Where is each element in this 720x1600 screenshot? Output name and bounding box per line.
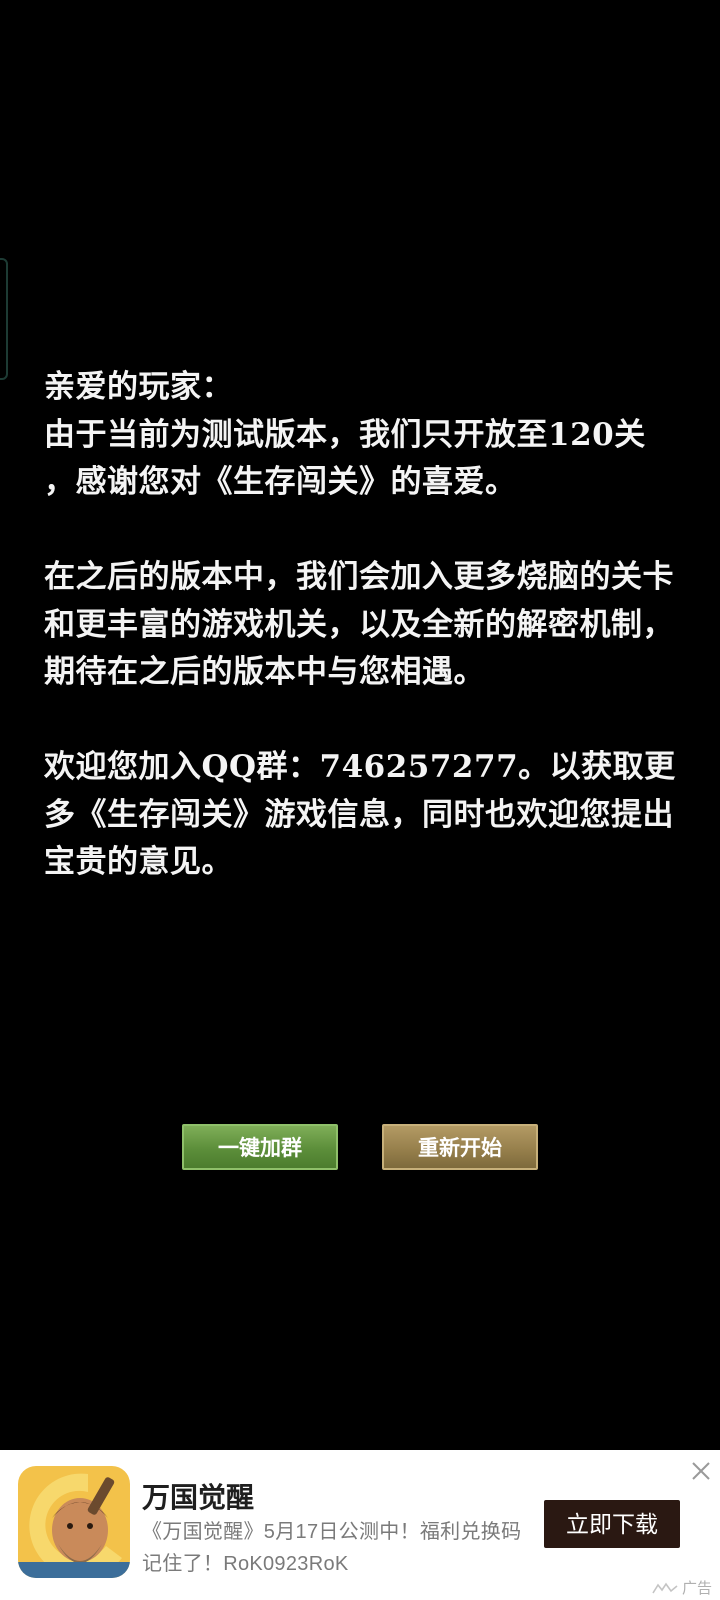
notice-text-block: 亲爱的玩家： 由于当前为测试版本，我们只开放至120关 ，感谢您对《生存闯关》的… (44, 364, 684, 887)
game-character-logo-icon[interactable] (18, 1466, 130, 1578)
notice-paragraph-3: 欢迎您加入QQ群：746257277。以获取更多《生存闯关》游戏信息，同时也欢迎… (44, 749, 676, 880)
ad-banner[interactable]: 万国觉醒 《万国觉醒》5月17日公测中！福利兑换码记住了！RoK0923RoK … (0, 1450, 720, 1600)
ad-description[interactable]: 《万国觉醒》5月17日公测中！福利兑换码记住了！RoK0923RoK (142, 1516, 522, 1580)
ad-label-text: 广告 (681, 1580, 712, 1597)
ad-source-icon (652, 1582, 678, 1593)
ad-label: 广告 (652, 1577, 712, 1598)
restart-button[interactable]: 重新开始 (382, 1124, 538, 1170)
close-icon[interactable] (688, 1458, 714, 1484)
notice-paragraph-1: 由于当前为测试版本，我们只开放至120关 ，感谢您对《生存闯关》的喜爱。 (44, 416, 646, 501)
notice-greeting: 亲爱的玩家： (44, 369, 233, 405)
edge-drawer-handle[interactable] (0, 258, 8, 380)
game-screen: 亲爱的玩家： 由于当前为测试版本，我们只开放至120关 ，感谢您对《生存闯关》的… (0, 0, 720, 1600)
join-group-button[interactable]: 一键加群 (182, 1124, 338, 1170)
ad-title[interactable]: 万国觉醒 (142, 1476, 254, 1516)
download-button[interactable]: 立即下载 (544, 1500, 680, 1548)
notice-paragraph-2: 在之后的版本中，我们会加入更多烧脑的关卡和更丰富的游戏机关，以及全新的解密机制，… (44, 559, 674, 690)
